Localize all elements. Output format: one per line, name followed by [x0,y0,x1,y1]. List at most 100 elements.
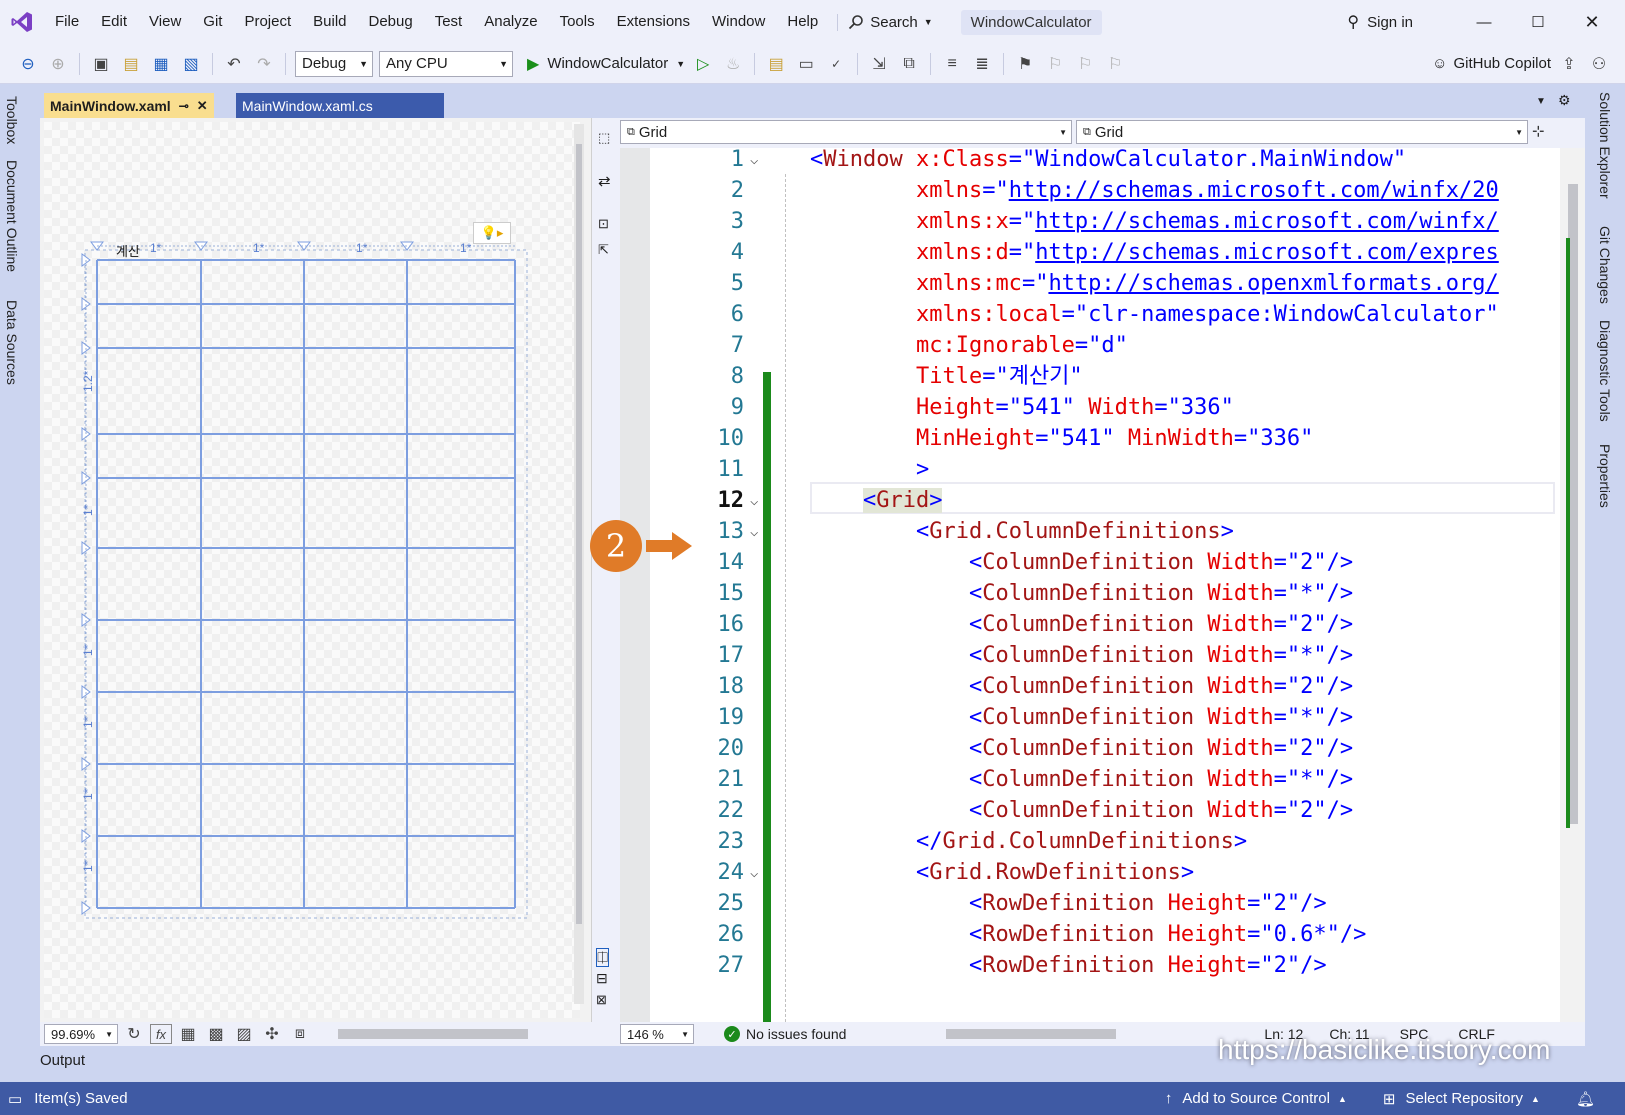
output-tab[interactable]: Output [40,1052,85,1069]
save-icon[interactable]: ▦ [149,52,173,76]
uncomment-icon[interactable]: ≣ [970,52,994,76]
diagnostic-tools-tab[interactable]: Diagnostic Tools [1597,320,1613,422]
menu-project[interactable]: Project [233,0,302,44]
split-editor-icon[interactable]: ⊹ [1532,122,1545,140]
pin-icon[interactable]: ⊸ [179,99,189,113]
configuration-select[interactable]: Debug ▼ [295,50,373,77]
search-button[interactable]: Search ▼ [837,13,942,31]
menu-window[interactable]: Window [701,0,776,44]
github-copilot-button[interactable]: ☺ GitHub Copilot [1432,55,1551,72]
fx-button[interactable]: fx [150,1024,172,1044]
window-icon[interactable]: ⧉ [897,52,921,76]
code-line[interactable]: 16 <ColumnDefinition Width="2"/> [620,609,1560,641]
element-scope-select-right[interactable]: ⧉ Grid ▼ [1076,120,1528,144]
fold-chevron-icon[interactable]: ⌵ [750,148,758,176]
grid-preview[interactable]: 계산 1* 1* 1* 1* 1.2* 1* 1* 1* 1* 1* [40,118,592,1028]
code-line[interactable]: 3 xmlns:x="http://schemas.microsoft.com/… [620,206,1560,238]
code-line[interactable]: 25 <RowDefinition Height="2"/> [620,888,1560,920]
bookmark-icon[interactable]: ⚑ [1013,52,1037,76]
prev-bookmark-icon[interactable]: ⚐ [1043,52,1067,76]
bell-icon[interactable]: 🔔︎ [1576,1090,1595,1108]
maximize-icon[interactable]: ☐ [1515,13,1561,31]
menu-build[interactable]: Build [302,0,357,44]
fold-chevron-icon[interactable]: ⌵ [750,857,758,889]
menu-git[interactable]: Git [192,0,233,44]
code-line[interactable]: 23 </Grid.ColumnDefinitions> [620,826,1560,858]
issues-status[interactable]: No issues found [746,1026,846,1042]
tab-mainwindow-xaml[interactable]: MainWindow.xaml ⊸ ✕ [44,93,214,118]
code-line[interactable]: 20 <ColumnDefinition Width="2"/> [620,733,1560,765]
start-debugging-button[interactable]: ▶ WindowCalculator ▼ [527,54,685,74]
data-sources-tab[interactable]: Data Sources [4,300,20,385]
save-all-icon[interactable]: ▧ [179,52,203,76]
menu-extensions[interactable]: Extensions [606,0,701,44]
menu-debug[interactable]: Debug [358,0,424,44]
share-icon[interactable]: ⇪ [1557,52,1581,76]
menu-tools[interactable]: Tools [549,0,606,44]
select-icon[interactable]: ⬚ [598,130,610,146]
code-line[interactable]: 19 <ColumnDefinition Width="*"/> [620,702,1560,734]
comment-icon[interactable]: ≡ [940,52,964,76]
tab-mainwindow-xaml-cs[interactable]: MainWindow.xaml.cs [236,93,444,118]
forward-icon[interactable]: ⊕ [46,52,70,76]
menu-edit[interactable]: Edit [90,0,138,44]
designer-zoom-select[interactable]: 99.69% ▼ [44,1024,118,1044]
step-icon[interactable]: ⇲ [867,52,891,76]
open-folder-icon[interactable]: ▤ [119,52,143,76]
vertical-split-icon[interactable]: ⎅ [596,948,610,967]
collapse-pane-icon[interactable]: ⊡ [598,216,609,232]
code-line[interactable]: 6 xmlns:local="clr-namespace:WindowCalcu… [620,299,1560,331]
menu-analyze[interactable]: Analyze [473,0,548,44]
code-line[interactable]: 13 ⌵ <Grid.ColumnDefinitions> [620,516,1560,548]
code-line[interactable]: 1 ⌵ <Window x:Class="WindowCalculator.Main… [620,148,1560,176]
snap-grid-icon[interactable]: ▩ [204,1022,228,1046]
layout-icon[interactable]: ▭ [794,52,818,76]
code-editor[interactable]: 1 ⌵ <Window x:Class="WindowCalculator.Main… [620,148,1560,1022]
designer-horizontal-scrollbar[interactable] [338,1029,528,1039]
next-bookmark-icon[interactable]: ⚐ [1073,52,1097,76]
visual-studio-logo[interactable] [0,0,44,44]
code-line[interactable]: 24 ⌵ <Grid.RowDefinitions> [620,857,1560,889]
platform-select[interactable]: Any CPU ▼ [379,50,513,77]
git-changes-tab[interactable]: Git Changes [1597,226,1613,304]
designer-vertical-scrollbar[interactable] [574,124,584,1004]
fold-chevron-icon[interactable]: ⌵ [750,485,758,517]
undo-icon[interactable]: ↶ [222,52,246,76]
select-repository-button[interactable]: Select Repository [1405,1090,1523,1107]
code-line[interactable]: 26 <RowDefinition Height="0.6*"/> [620,919,1560,951]
close-icon[interactable]: ✕ [1569,12,1615,33]
hot-reload-icon[interactable]: ♨ [721,52,745,76]
solution-explorer-tab[interactable]: Solution Explorer [1597,92,1613,199]
refresh-icon[interactable]: ↻ [122,1022,146,1046]
menu-help[interactable]: Help [776,0,829,44]
code-line[interactable]: 12 ⌵ <Grid> [620,485,1560,517]
minimize-icon[interactable]: — [1461,14,1507,31]
feedback-icon[interactable]: ⚇ [1587,52,1611,76]
back-icon[interactable]: ⊖ [16,52,40,76]
horizontal-split-icon[interactable]: ⊟ [596,970,608,987]
spell-check-icon[interactable]: ✓ [824,52,848,76]
snap-lines-icon[interactable]: ✣ [260,1022,284,1046]
code-line[interactable]: 5 xmlns:mc="http://schemas.openxmlformat… [620,268,1560,300]
editor-zoom-select[interactable]: 146 % ▼ [620,1024,694,1044]
device-icon[interactable]: ⧈ [288,1022,312,1046]
start-without-debugging-icon[interactable]: ▷ [691,52,715,76]
code-line[interactable]: 2 xmlns="http://schemas.microsoft.com/wi… [620,175,1560,207]
expand-pane-icon[interactable]: ⊠ [596,992,607,1008]
code-line[interactable]: 27 <RowDefinition Height="2"/> [620,950,1560,982]
code-line[interactable]: 22 <ColumnDefinition Width="2"/> [620,795,1560,827]
editor-horizontal-scrollbar[interactable] [946,1029,1117,1039]
code-line[interactable]: 10 MinHeight="541" MinWidth="336" [620,423,1560,455]
popout-icon[interactable]: ⇱ [598,242,609,258]
swap-panes-icon[interactable]: ⇄ [598,172,611,190]
grid-toggle-icon[interactable]: ▦ [176,1022,200,1046]
element-scope-select-left[interactable]: ⧉ Grid ▼ [620,120,1072,144]
fold-chevron-icon[interactable]: ⌵ [750,516,758,548]
code-line[interactable]: 17 <ColumnDefinition Width="*"/> [620,640,1560,672]
code-line[interactable]: 14 <ColumnDefinition Width="2"/> [620,547,1560,579]
toolbox-tab[interactable]: Toolbox [4,96,20,144]
tab-overflow-icon[interactable]: ▼ [1536,96,1546,107]
sign-in-link[interactable]: Sign in [1367,14,1413,31]
menu-file[interactable]: File [44,0,90,44]
solution-explorer-icon[interactable]: ▤ [764,52,788,76]
